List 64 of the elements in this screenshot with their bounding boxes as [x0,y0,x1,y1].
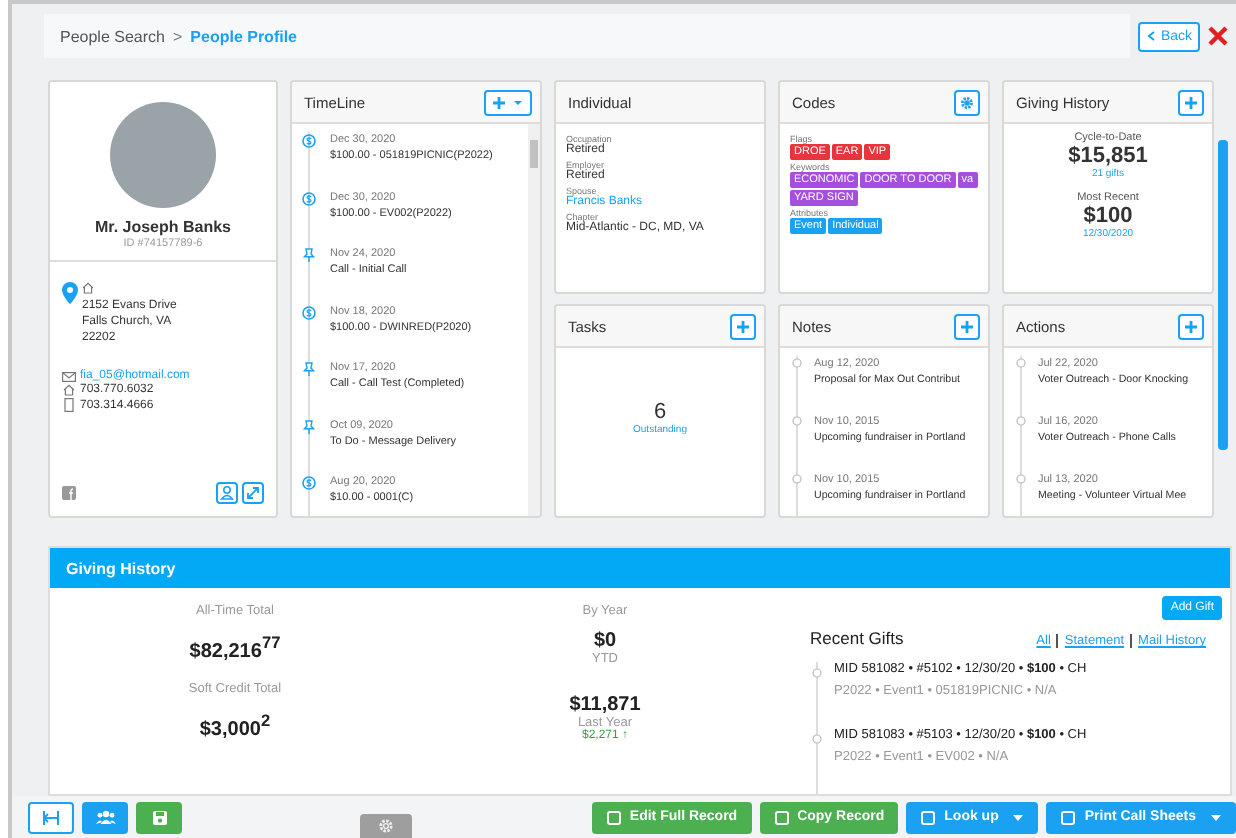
add-button[interactable] [1178,89,1204,115]
pushpin-icon [302,362,316,376]
plus-caret-icon [492,95,524,109]
stat-value: $100 [1083,204,1133,228]
plus-icon [1184,95,1198,109]
add-dropdown-button[interactable] [484,89,532,115]
stat-value: $15,851 [1068,144,1148,168]
stat-value: $82,216$^{77}$ [189,632,281,663]
gear-icon [960,95,974,109]
square-icon [605,809,624,825]
dollar-icon [302,476,316,490]
square-icon [920,809,939,825]
section-title: Recent Gifts [810,628,904,648]
timeline-dot-icon [812,668,822,678]
home-icon [82,282,94,294]
timeline-dot-icon [1016,474,1026,484]
people-icon [95,810,115,824]
stat-value: $0 [593,630,617,652]
dollar-icon [302,305,316,319]
scrollbar[interactable] [1218,140,1228,450]
panel-title: Giving History [66,559,176,577]
plus-icon [1184,319,1198,333]
caret-icon [1012,813,1025,821]
collapse-icon [42,809,60,825]
breadcrumb-link[interactable]: People Search [60,27,165,45]
gear-icon [378,818,395,834]
timeline-dot-icon [812,734,822,744]
org-chart-button[interactable] [28,801,74,833]
add-button[interactable] [1178,313,1204,339]
people-button[interactable] [82,801,128,833]
plus-icon [736,319,750,333]
facebook-icon[interactable] [62,486,76,500]
settings-button[interactable] [360,814,413,838]
breadcrumb-current: People Profile [190,27,298,45]
square-icon [773,809,792,825]
caret-icon [1210,813,1222,821]
map-pin-icon [62,282,78,304]
task-count: 6 [653,400,667,424]
person-icon[interactable] [216,482,238,504]
mobile-phone-icon [62,398,76,412]
timeline-dot-icon [1016,358,1026,368]
breadcrumb-separator: > [172,27,183,45]
timeline-dot-icon [792,474,802,484]
timeline-dot-icon [792,416,802,426]
square-icon [1060,809,1079,825]
close-icon[interactable] [1208,26,1228,46]
save-button[interactable] [136,801,182,833]
pushpin-icon [302,248,316,262]
envelope-icon [62,371,76,381]
add-button[interactable] [730,313,756,339]
timeline-dot-icon [1016,416,1026,426]
pushpin-icon [302,419,316,433]
plus-icon [960,319,974,333]
stat-value: $11,871 [569,694,641,716]
chevron-left-icon [1146,30,1159,42]
settings-button[interactable] [954,89,980,115]
person-name: Mr. Joseph Banks [94,218,232,236]
stat-value: $3,000$^{2}$ [199,710,271,742]
add-button[interactable] [954,313,980,339]
scrollbar[interactable] [528,124,540,516]
dollar-icon [302,134,316,148]
dollar-icon [302,191,316,205]
timeline-dot-icon [792,358,802,368]
home-icon [62,384,76,396]
